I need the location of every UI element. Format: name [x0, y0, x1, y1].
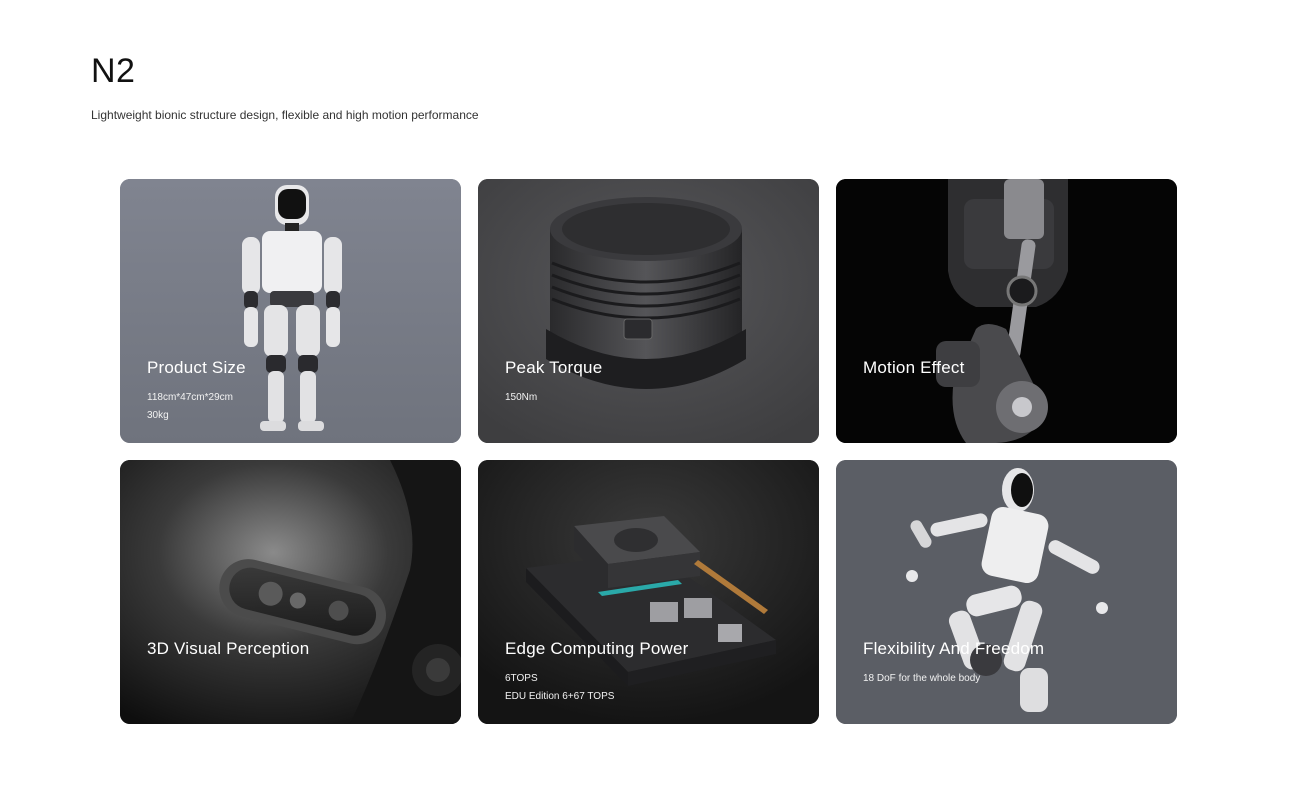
robot-leg-joint-image — [836, 179, 1177, 443]
depth-camera-image — [120, 460, 461, 724]
card-3d-visual-perception[interactable]: 3D Visual Perception — [120, 460, 461, 724]
card-details: 150Nm — [505, 389, 537, 407]
card-product-size[interactable]: Product Size 118cm*47cm*29cm 30kg — [120, 179, 461, 443]
card-label: Flexibility And Freedom — [863, 639, 1045, 658]
card-label: Edge Computing Power — [505, 639, 689, 658]
card-label: Motion Effect — [863, 358, 965, 377]
card-details: 6TOPS EDU Edition 6+67 TOPS — [505, 670, 614, 706]
card-detail-weight: 30kg — [147, 410, 169, 421]
card-label: Product Size — [147, 358, 246, 377]
card-detail-edu: EDU Edition 6+67 TOPS — [505, 691, 615, 702]
card-label: 3D Visual Perception — [147, 639, 310, 658]
card-detail-size: 118cm*47cm*29cm — [147, 392, 233, 403]
card-flexibility-and-freedom[interactable]: Flexibility And Freedom 18 DoF for the w… — [836, 460, 1177, 724]
card-motion-effect[interactable]: Motion Effect — [836, 179, 1177, 443]
page-subtitle: Lightweight bionic structure design, fle… — [91, 108, 479, 122]
card-edge-computing-power[interactable]: Edge Computing Power 6TOPS EDU Edition 6… — [478, 460, 819, 724]
card-detail-tops: 6TOPS — [505, 673, 538, 684]
page: N2 Lightweight bionic structure design, … — [0, 0, 1300, 791]
card-details: 18 DoF for the whole body — [863, 670, 980, 688]
card-peak-torque[interactable]: Peak Torque 150Nm — [478, 179, 819, 443]
card-label: Peak Torque — [505, 358, 603, 377]
card-detail-torque: 150Nm — [505, 392, 538, 403]
card-details: 118cm*47cm*29cm 30kg — [147, 389, 233, 425]
page-title: N2 — [91, 52, 136, 90]
card-detail-dof: 18 DoF for the whole body — [863, 673, 981, 684]
